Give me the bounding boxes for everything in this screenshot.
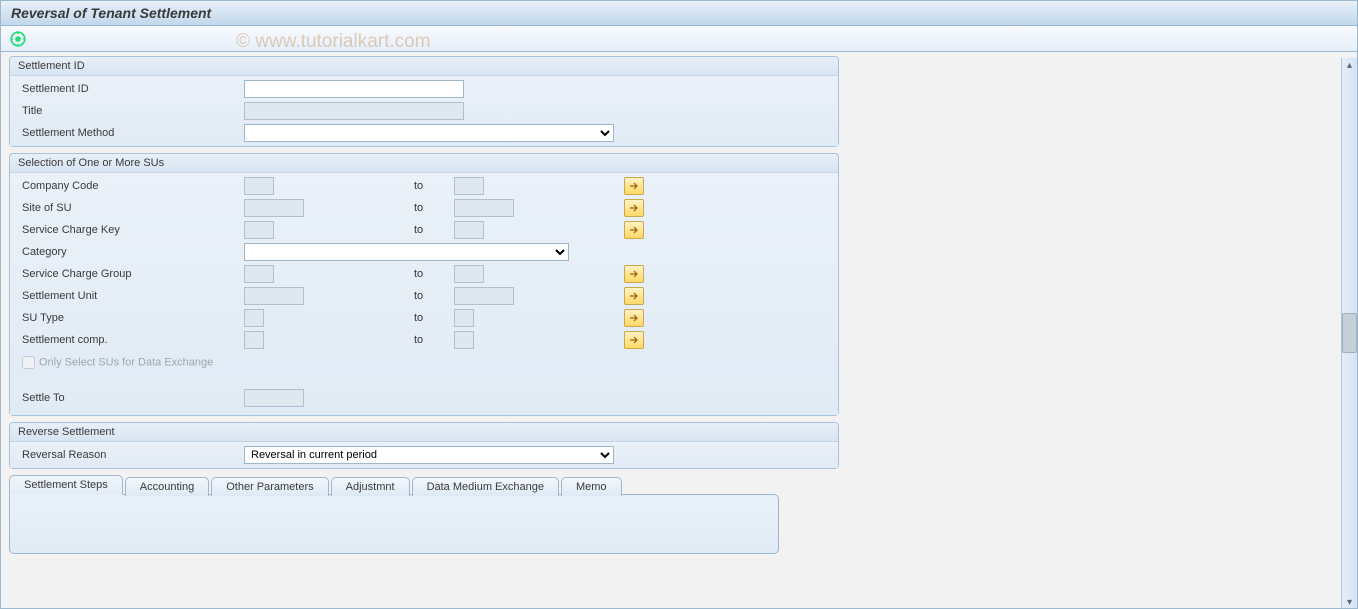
to-label: to	[394, 224, 454, 236]
tab-accounting[interactable]: Accounting	[125, 477, 209, 496]
tab-content	[9, 494, 779, 554]
su-type-label: SU Type	[14, 312, 244, 324]
company-code-range-button[interactable]	[624, 177, 644, 195]
settle-to-label: Settle To	[14, 392, 244, 404]
only-select-sus-checkbox	[22, 356, 35, 369]
group-reverse-settlement: Reverse Settlement Reversal Reason Rever…	[9, 422, 839, 469]
service-charge-group-from[interactable]	[244, 265, 274, 283]
title-input	[244, 102, 464, 120]
reversal-reason-label: Reversal Reason	[14, 449, 244, 461]
site-of-su-label: Site of SU	[14, 202, 244, 214]
service-charge-group-label: Service Charge Group	[14, 268, 244, 280]
group-su-selection-title: Selection of One or More SUs	[10, 154, 838, 173]
service-charge-key-label: Service Charge Key	[14, 224, 244, 236]
tab-adjustmnt[interactable]: Adjustmnt	[331, 477, 410, 496]
company-code-to[interactable]	[454, 177, 484, 195]
execute-icon[interactable]	[9, 30, 27, 48]
group-su-selection: Selection of One or More SUs Company Cod…	[9, 153, 839, 416]
site-of-su-from[interactable]	[244, 199, 304, 217]
settlement-unit-label: Settlement Unit	[14, 290, 244, 302]
company-code-from[interactable]	[244, 177, 274, 195]
to-label: to	[394, 202, 454, 214]
service-charge-key-to[interactable]	[454, 221, 484, 239]
tab-data-medium-exchange[interactable]: Data Medium Exchange	[412, 477, 559, 496]
content-area: Settlement ID Settlement ID Title Settle…	[1, 52, 1357, 609]
settlement-unit-from[interactable]	[244, 287, 304, 305]
settlement-comp-from[interactable]	[244, 331, 264, 349]
tab-memo[interactable]: Memo	[561, 477, 622, 496]
to-label: to	[394, 268, 454, 280]
only-select-sus-label: Only Select SUs for Data Exchange	[39, 356, 213, 368]
scroll-up-icon[interactable]: ▴	[1342, 58, 1357, 71]
service-charge-key-from[interactable]	[244, 221, 274, 239]
category-select[interactable]	[244, 243, 569, 261]
to-label: to	[394, 290, 454, 302]
group-reverse-settlement-title: Reverse Settlement	[10, 423, 838, 442]
scroll-down-icon[interactable]: ▾	[1342, 595, 1357, 608]
settlement-method-label: Settlement Method	[14, 127, 244, 139]
group-settlement-id-title: Settlement ID	[10, 57, 838, 76]
title-label: Title	[14, 105, 244, 117]
settlement-unit-to[interactable]	[454, 287, 514, 305]
reversal-reason-select[interactable]: Reversal in current period	[244, 446, 614, 464]
service-charge-key-range-button[interactable]	[624, 221, 644, 239]
settlement-id-label: Settlement ID	[14, 83, 244, 95]
company-code-label: Company Code	[14, 180, 244, 192]
tab-other-parameters[interactable]: Other Parameters	[211, 477, 328, 496]
tab-settlement-steps[interactable]: Settlement Steps	[9, 475, 123, 495]
page-title: Reversal of Tenant Settlement	[1, 1, 1357, 26]
su-type-to[interactable]	[454, 309, 474, 327]
site-of-su-to[interactable]	[454, 199, 514, 217]
settlement-comp-to[interactable]	[454, 331, 474, 349]
su-type-range-button[interactable]	[624, 309, 644, 327]
settle-to-input[interactable]	[244, 389, 304, 407]
category-label: Category	[14, 246, 244, 258]
su-type-from[interactable]	[244, 309, 264, 327]
service-charge-group-range-button[interactable]	[624, 265, 644, 283]
sap-window: Reversal of Tenant Settlement © www.tuto…	[0, 0, 1358, 609]
app-toolbar	[1, 26, 1357, 52]
service-charge-group-to[interactable]	[454, 265, 484, 283]
vertical-scrollbar[interactable]: ▴ ▾	[1341, 58, 1357, 608]
tabstrip: Settlement Steps Accounting Other Parame…	[9, 475, 779, 554]
settlement-method-select[interactable]	[244, 124, 614, 142]
settlement-comp-range-button[interactable]	[624, 331, 644, 349]
to-label: to	[394, 180, 454, 192]
settlement-id-input[interactable]	[244, 80, 464, 98]
group-settlement-id: Settlement ID Settlement ID Title Settle…	[9, 56, 839, 147]
to-label: to	[394, 334, 454, 346]
settlement-comp-label: Settlement comp.	[14, 334, 244, 346]
to-label: to	[394, 312, 454, 324]
site-of-su-range-button[interactable]	[624, 199, 644, 217]
only-select-sus-checkbox-row: Only Select SUs for Data Exchange	[14, 353, 213, 372]
scrollbar-thumb[interactable]	[1342, 313, 1357, 353]
settlement-unit-range-button[interactable]	[624, 287, 644, 305]
